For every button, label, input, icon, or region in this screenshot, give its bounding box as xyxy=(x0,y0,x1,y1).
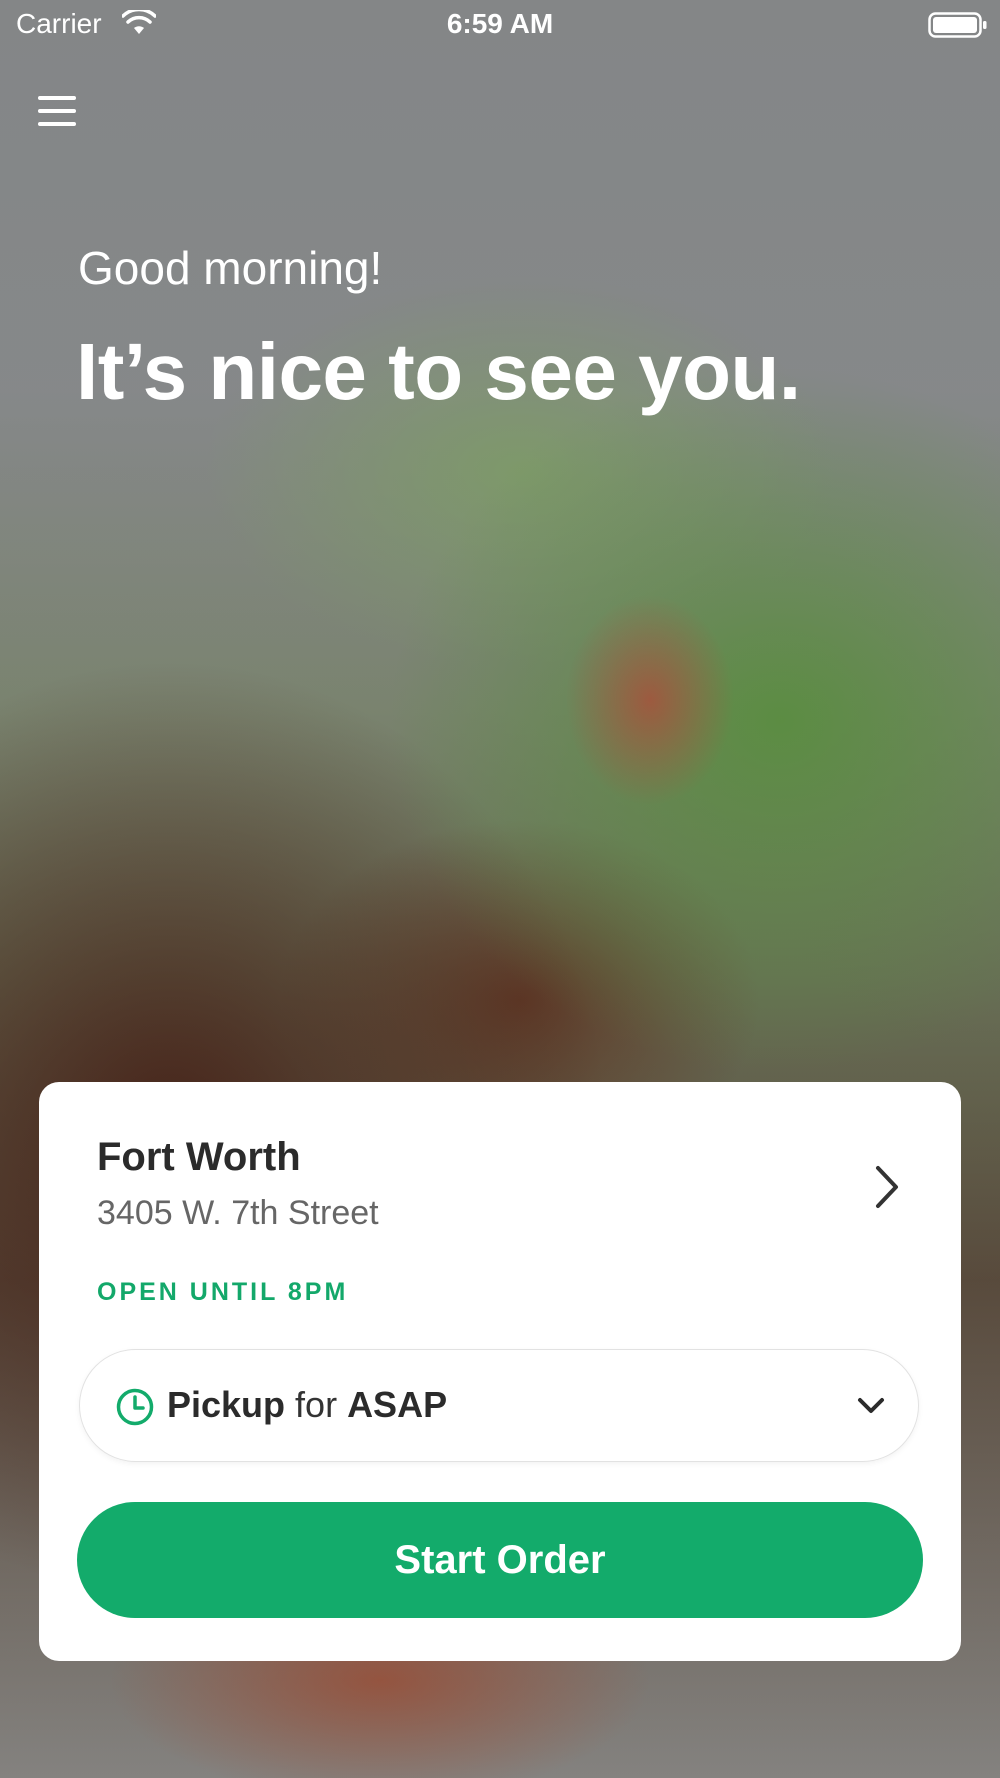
location-card: Fort Worth 3405 W. 7th Street OPEN UNTIL… xyxy=(39,1082,961,1661)
pickup-time-select[interactable]: Pickup for ASAP xyxy=(79,1349,919,1462)
chevron-down-icon xyxy=(858,1398,884,1413)
status-bar: Carrier 6:59 AM xyxy=(0,0,1000,50)
battery-icon xyxy=(928,12,987,38)
hamburger-menu-icon[interactable] xyxy=(38,94,78,128)
chevron-right-icon[interactable] xyxy=(867,1162,907,1212)
hours-status: OPEN UNTIL 8PM xyxy=(97,1278,349,1306)
status-time: 6:59 AM xyxy=(446,8,554,39)
headline-text: It’s nice to see you. xyxy=(76,327,801,416)
order-time: ASAP xyxy=(347,1384,448,1425)
location-address: 3405 W. 7th Street xyxy=(97,1194,379,1232)
order-mode: Pickup xyxy=(167,1384,286,1425)
order-connector: for xyxy=(295,1384,338,1425)
greeting-text: Good morning! xyxy=(78,242,383,294)
pickup-summary: Pickup for ASAP xyxy=(167,1384,447,1426)
location-name: Fort Worth xyxy=(97,1135,301,1179)
clock-icon xyxy=(116,1388,154,1426)
start-order-button[interactable]: Start Order xyxy=(77,1502,923,1618)
